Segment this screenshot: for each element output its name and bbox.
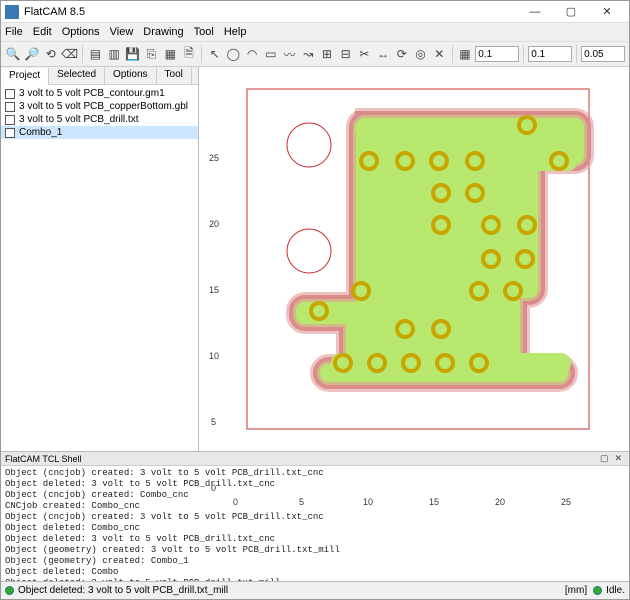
project-tree: 3 volt to 5 volt PCB_contour.gm1 3 volt … xyxy=(1,85,198,451)
titlebar: FlatCAM 8.5 — ▢ ✕ xyxy=(1,1,629,23)
tab-options[interactable]: Options xyxy=(105,67,156,84)
refresh-icon[interactable]: ⟲ xyxy=(42,45,59,63)
separator xyxy=(452,45,453,63)
tree-item-label: 3 volt to 5 volt PCB_drill.txt xyxy=(19,114,139,125)
y-tick: 20 xyxy=(209,219,219,229)
gerber-icon xyxy=(5,102,15,112)
clear-icon[interactable]: ⌫ xyxy=(61,45,78,63)
grid-y-field[interactable] xyxy=(528,46,572,62)
status-units: [mm] xyxy=(565,585,587,596)
canvas-area: 0 5 10 15 20 25 0 5 10 15 20 25 xyxy=(209,71,625,447)
tree-item[interactable]: 3 volt to 5 volt PCB_copperBottom.gbl xyxy=(1,100,198,113)
close-button[interactable]: ✕ xyxy=(589,2,625,22)
separator xyxy=(523,45,524,63)
grid-x-field[interactable] xyxy=(475,46,519,62)
console-close-icon[interactable]: ✕ xyxy=(611,453,625,464)
x-tick: 25 xyxy=(561,497,571,507)
y-tick: 10 xyxy=(209,351,219,361)
tree-item[interactable]: Combo_1 xyxy=(1,126,198,139)
path-icon[interactable]: ↝ xyxy=(300,45,317,63)
app-title: FlatCAM 8.5 xyxy=(24,6,517,18)
tree-item-label: Combo_1 xyxy=(19,127,62,138)
x-tick: 0 xyxy=(233,497,238,507)
y-tick: 25 xyxy=(209,153,219,163)
tab-tool[interactable]: Tool xyxy=(157,67,192,84)
snap-field[interactable] xyxy=(581,46,625,62)
zoom-in-icon[interactable]: 🔍 xyxy=(5,45,22,63)
x-tick: 20 xyxy=(495,497,505,507)
pcb-plot xyxy=(227,73,599,493)
rotate-icon[interactable]: ⟳ xyxy=(393,45,410,63)
buffer-icon[interactable]: ◎ xyxy=(412,45,429,63)
menu-options[interactable]: Options xyxy=(62,26,100,38)
window-controls: — ▢ ✕ xyxy=(517,2,625,22)
separator xyxy=(82,45,83,63)
canvas-pane[interactable]: 0 5 10 15 20 25 0 5 10 15 20 25 xyxy=(199,67,629,451)
export-icon[interactable]: ▦ xyxy=(162,45,179,63)
tree-item[interactable]: 3 volt to 5 volt PCB_contour.gm1 xyxy=(1,87,198,100)
cut-icon[interactable]: ✂ xyxy=(356,45,373,63)
copy-icon[interactable]: ⎘ xyxy=(143,45,160,63)
statusbar: Object deleted: 3 volt to 5 volt PCB_dri… xyxy=(1,581,629,599)
circle-icon[interactable]: ◯ xyxy=(225,45,242,63)
subtract-icon[interactable]: ⊟ xyxy=(337,45,354,63)
tree-item-label: 3 volt to 5 volt PCB_copperBottom.gbl xyxy=(19,101,188,112)
new-icon[interactable]: ▤ xyxy=(87,45,104,63)
y-tick: 5 xyxy=(211,417,216,427)
body: Project Selected Options Tool 3 volt to … xyxy=(1,67,629,451)
status-idle: Idle. xyxy=(606,585,625,596)
menu-edit[interactable]: Edit xyxy=(33,26,52,38)
console-title-text: FlatCAM TCL Shell xyxy=(5,454,82,464)
zoom-out-icon[interactable]: 🔎 xyxy=(24,45,41,63)
x-tick: 5 xyxy=(299,497,304,507)
minimize-button[interactable]: — xyxy=(517,2,553,22)
move-icon[interactable]: ↔ xyxy=(375,45,392,63)
status-ok-icon xyxy=(5,586,14,595)
y-tick: 0 xyxy=(211,483,216,493)
toolbar: 🔍 🔎 ⟲ ⌫ ▤ ▥ 💾 ⎘ ▦ 🗎 ↖ ◯ ◠ ▭ 〰 ↝ ⊞ ⊟ ✂ ↔ … xyxy=(1,41,629,67)
arc-icon[interactable]: ◠ xyxy=(244,45,261,63)
doc-icon[interactable]: 🗎 xyxy=(181,45,198,63)
x-tick: 10 xyxy=(363,497,373,507)
app-icon xyxy=(5,5,19,19)
status-text: Object deleted: 3 volt to 5 volt PCB_dri… xyxy=(18,585,228,596)
gerber-icon xyxy=(5,89,15,99)
left-panel: Project Selected Options Tool 3 volt to … xyxy=(1,67,199,451)
menu-file[interactable]: File xyxy=(5,26,23,38)
pcb-svg xyxy=(227,73,599,493)
tree-item-label: 3 volt to 5 volt PCB_contour.gm1 xyxy=(19,88,165,99)
save-icon[interactable]: 💾 xyxy=(124,45,141,63)
left-tabs: Project Selected Options Tool xyxy=(1,67,198,85)
x-tick: 15 xyxy=(429,497,439,507)
separator xyxy=(576,45,577,63)
delete-icon[interactable]: ✕ xyxy=(431,45,448,63)
menubar: File Edit Options View Drawing Tool Help xyxy=(1,23,629,41)
rect-icon[interactable]: ▭ xyxy=(262,45,279,63)
tab-selected[interactable]: Selected xyxy=(49,67,105,84)
geometry-icon xyxy=(5,128,15,138)
open-icon[interactable]: ▥ xyxy=(106,45,123,63)
tab-project[interactable]: Project xyxy=(1,68,49,85)
grid-icon[interactable]: ▦ xyxy=(457,45,474,63)
menu-help[interactable]: Help xyxy=(224,26,247,38)
menu-tool[interactable]: Tool xyxy=(194,26,214,38)
pointer-icon[interactable]: ↖ xyxy=(206,45,223,63)
menu-view[interactable]: View xyxy=(110,26,134,38)
status-idle-icon xyxy=(593,586,602,595)
y-tick: 15 xyxy=(209,285,219,295)
console-undock-icon[interactable]: ▢ xyxy=(597,453,612,464)
excellon-icon xyxy=(5,115,15,125)
tree-item[interactable]: 3 volt to 5 volt PCB_drill.txt xyxy=(1,113,198,126)
union-icon[interactable]: ⊞ xyxy=(319,45,336,63)
app-window: FlatCAM 8.5 — ▢ ✕ File Edit Options View… xyxy=(0,0,630,600)
separator xyxy=(201,45,202,63)
menu-drawing[interactable]: Drawing xyxy=(143,26,183,38)
maximize-button[interactable]: ▢ xyxy=(553,2,589,22)
polyline-icon[interactable]: 〰 xyxy=(281,45,298,63)
